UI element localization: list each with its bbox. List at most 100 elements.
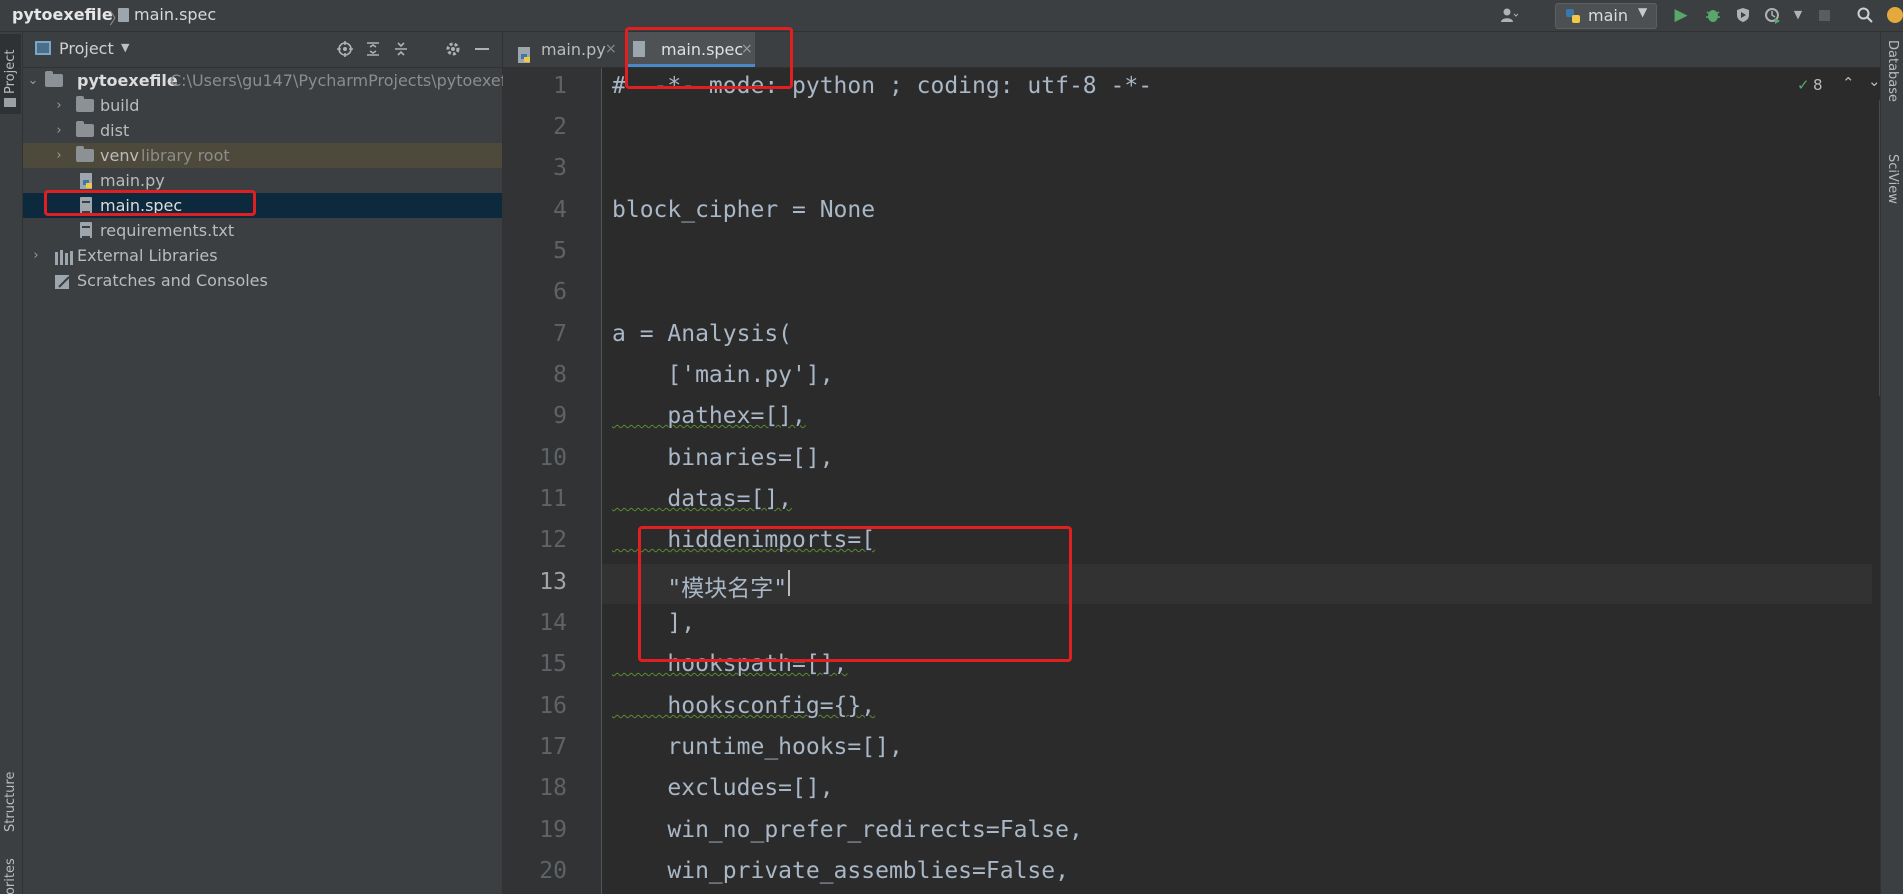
chevron-right-icon[interactable]: › xyxy=(52,93,66,118)
profile-icon[interactable] xyxy=(1764,6,1782,24)
file-icon xyxy=(80,222,92,238)
gear-icon[interactable] xyxy=(444,40,462,62)
tree-item-venv[interactable]: › venv library root xyxy=(23,143,502,168)
chevron-down-icon[interactable]: ▼ xyxy=(121,41,129,54)
structure-tool-label: Structure xyxy=(3,771,18,832)
tree-item-label: venv xyxy=(100,146,139,165)
tree-item-external-libraries[interactable]: › External Libraries xyxy=(23,243,502,268)
tree-item-path: C:\Users\gu147\PycharmProjects\pytoexefi… xyxy=(170,71,526,90)
project-panel: Project ▼ ⌄ pytoexefile C:\Users\gu147\P… xyxy=(23,32,525,894)
folder-icon xyxy=(76,121,94,137)
run-icon[interactable]: ▶ xyxy=(1672,6,1690,24)
run-configuration-select[interactable]: main ▼ xyxy=(1555,3,1657,29)
breadcrumb-file[interactable]: main.spec xyxy=(134,5,216,24)
code-line: pathex=[], xyxy=(612,403,806,429)
folder-icon xyxy=(45,71,63,87)
collapse-all-icon[interactable] xyxy=(392,40,410,62)
project-panel-title[interactable]: Project xyxy=(59,39,114,58)
line-number: 9 xyxy=(553,403,567,429)
favorites-tool-button[interactable]: Favorites xyxy=(0,847,21,894)
stop-icon[interactable] xyxy=(1815,6,1833,24)
chevron-right-icon[interactable]: › xyxy=(29,243,43,268)
line-number: 11 xyxy=(539,486,567,512)
code-line: block_cipher = None xyxy=(612,197,876,223)
code-line: excludes=[], xyxy=(612,775,834,801)
project-tool-label: Project xyxy=(3,49,18,94)
line-number: 4 xyxy=(553,197,567,223)
expand-all-icon[interactable] xyxy=(364,40,382,62)
project-tool-button[interactable]: Project xyxy=(0,34,21,114)
code-line: ['main.py'], xyxy=(612,362,834,388)
tab-label: main.py xyxy=(541,40,606,59)
line-number: 12 xyxy=(539,527,567,553)
line-number: 5 xyxy=(553,238,567,264)
chevron-down-icon: ▼ xyxy=(1638,5,1648,19)
more-run-options-icon[interactable]: ▼ xyxy=(1789,6,1807,24)
structure-tool-button[interactable]: Structure xyxy=(0,737,21,847)
tree-item-scratches[interactable]: Scratches and Consoles xyxy=(23,268,502,293)
search-icon[interactable] xyxy=(1856,6,1874,24)
line-number: 8 xyxy=(553,362,567,388)
tab-main-py[interactable]: main.py × xyxy=(513,32,618,67)
tree-item-note: library root xyxy=(141,146,230,165)
inspection-count[interactable]: 8 xyxy=(1813,76,1823,94)
debug-icon[interactable] xyxy=(1704,6,1722,24)
line-number: 1 xyxy=(553,73,567,99)
tree-item-label: External Libraries xyxy=(77,246,218,265)
line-number: 7 xyxy=(553,321,567,347)
database-tool-button[interactable]: Database xyxy=(1881,32,1903,122)
scratches-icon xyxy=(55,273,73,298)
right-tool-stripe: Database SciView xyxy=(1880,32,1903,894)
update-icon[interactable] xyxy=(1886,6,1903,24)
code-line: runtime_hooks=[], xyxy=(612,734,903,760)
line-number: 19 xyxy=(539,817,567,843)
line-number: 18 xyxy=(539,775,567,801)
tree-item-label: build xyxy=(100,96,140,115)
folder-icon xyxy=(76,96,94,112)
chevron-down-icon[interactable]: ⌄ xyxy=(26,68,40,93)
tree-item-label: Scratches and Consoles xyxy=(77,271,268,290)
highlight-box-hiddenimports xyxy=(638,526,1072,662)
file-icon xyxy=(118,8,129,22)
line-number: 15 xyxy=(539,651,567,677)
chevron-up-icon[interactable]: ⌃ xyxy=(1842,74,1855,92)
close-icon[interactable]: × xyxy=(605,32,617,67)
line-number-current: 13 xyxy=(539,569,567,595)
tree-item-dist[interactable]: › dist xyxy=(23,118,502,143)
chevron-right-icon[interactable]: › xyxy=(52,118,66,143)
chevron-down-icon[interactable]: ⌄ xyxy=(1868,72,1881,90)
code-line: binaries=[], xyxy=(612,445,834,471)
line-number: 10 xyxy=(539,445,567,471)
code-line: win_no_prefer_redirects=False, xyxy=(612,817,1083,843)
user-icon[interactable] xyxy=(1500,6,1519,24)
code-line: hooksconfig={}, xyxy=(612,693,876,719)
tree-item-root[interactable]: ⌄ pytoexefile C:\Users\gu147\PycharmProj… xyxy=(23,68,525,93)
project-view-icon xyxy=(35,41,51,55)
line-number: 3 xyxy=(553,155,567,181)
python-icon xyxy=(1564,7,1582,29)
sciview-tool-button[interactable]: SciView xyxy=(1881,150,1903,230)
breadcrumb-project[interactable]: pytoexefile xyxy=(12,5,113,24)
tree-item-requirements[interactable]: requirements.txt xyxy=(23,218,502,243)
highlight-box-tab xyxy=(625,27,793,89)
highlight-box-main-spec xyxy=(44,190,256,216)
locate-file-icon[interactable] xyxy=(336,40,354,62)
code-line: a = Analysis( xyxy=(612,321,793,347)
tree-item-build[interactable]: › build xyxy=(23,93,502,118)
line-number: 2 xyxy=(553,114,567,140)
sciview-tool-label: SciView xyxy=(1885,154,1900,204)
folder-icon xyxy=(76,146,94,162)
favorites-tool-label: Favorites xyxy=(3,858,18,894)
run-configuration-label: main xyxy=(1588,6,1628,25)
tree-item-label: dist xyxy=(100,121,130,140)
line-number: 20 xyxy=(539,858,567,884)
line-number: 14 xyxy=(539,610,567,636)
code-line: win_private_assemblies=False, xyxy=(612,858,1069,884)
code-editor[interactable]: # -*- mode: python ; coding: utf-8 -*- b… xyxy=(602,68,1887,894)
chevron-right-icon[interactable]: › xyxy=(52,143,66,168)
minimize-icon[interactable] xyxy=(475,48,489,50)
project-panel-header: Project ▼ xyxy=(23,32,502,68)
folder-icon xyxy=(4,98,16,107)
code-line: datas=[], xyxy=(612,486,793,512)
coverage-icon[interactable] xyxy=(1734,6,1752,24)
